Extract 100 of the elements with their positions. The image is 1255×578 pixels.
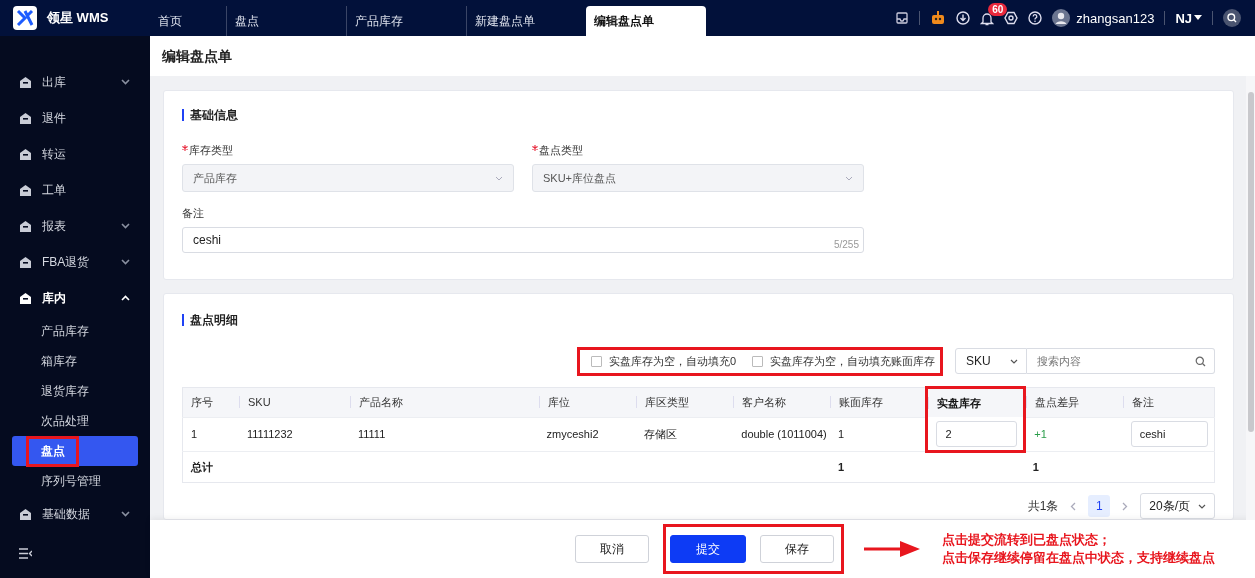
search-icon[interactable] — [1223, 9, 1241, 27]
auto-fill-checkbox[interactable]: 实盘库存为空，自动填充0 — [590, 353, 736, 369]
sidebar-item[interactable]: FBA退货 — [0, 244, 150, 280]
house-icon — [19, 112, 32, 124]
field-label: 备注 — [182, 206, 205, 221]
sidebar-subitem[interactable]: 箱库存 — [12, 346, 138, 376]
actual-qty-input[interactable]: 2 — [936, 420, 1018, 447]
annotation-text: 点击提交流转到已盘点状态； — [942, 531, 1112, 549]
table-cell: 11111 — [357, 428, 386, 441]
chevron-icon — [1010, 358, 1018, 364]
page-size-select[interactable]: 20条/页 — [1140, 493, 1215, 519]
table-cell: 1 — [1032, 461, 1039, 473]
annotation-arrow — [864, 538, 920, 560]
collapse-menu-icon[interactable] — [19, 548, 32, 559]
field-label: 盘点类型 — [539, 143, 583, 158]
remark-input[interactable]: ceshi — [1130, 421, 1208, 448]
annotation-text: 点击保存继续停留在盘点中状态，支持继续盘点 — [942, 549, 1215, 567]
column-header: 账面库存 — [830, 387, 927, 417]
chevron-icon — [121, 511, 130, 517]
sidebar-subitem[interactable]: 序列号管理 — [12, 466, 138, 496]
sidebar-subitem-label: 产品库存 — [40, 322, 90, 340]
total-label: 总计 — [191, 460, 213, 473]
settings-icon[interactable] — [1004, 11, 1019, 25]
remark-field[interactable]: ceshi 5/255 — [182, 227, 864, 253]
sidebar-subitem-label: 箱库存 — [40, 352, 78, 370]
sidebar-item[interactable]: 基础数据 — [0, 496, 150, 532]
chevron-icon — [121, 295, 130, 301]
table-cell: zmyceshi2 — [546, 428, 599, 441]
column-header: 库区类型 — [636, 387, 734, 417]
table-cell: +1 — [1034, 428, 1047, 441]
username[interactable]: zhangsan123 — [1076, 10, 1155, 26]
column-header: 产品名称 — [349, 387, 539, 417]
sidebar-item[interactable]: 库内 — [0, 280, 150, 316]
download-icon[interactable] — [956, 11, 971, 25]
chevron-icon — [121, 259, 130, 265]
chevron-icon — [845, 175, 853, 181]
logo-icon — [13, 6, 37, 30]
sidebar-subitem-label: 序列号管理 — [40, 472, 102, 490]
sidebar-item[interactable]: 出库 — [0, 64, 150, 100]
select-field[interactable]: 产品库存 — [182, 164, 514, 192]
table-cell: 1 — [191, 428, 198, 441]
sidebar-subitem[interactable]: 产品库存 — [12, 316, 138, 346]
house-icon — [19, 508, 32, 520]
house-icon — [19, 184, 32, 196]
column-header: 库位 — [538, 387, 637, 417]
table-cell: double (1011004) — [741, 428, 827, 441]
sidebar-item[interactable]: 转运 — [0, 136, 150, 172]
table-cell: 1 — [838, 461, 845, 473]
house-icon — [19, 76, 32, 88]
save-button[interactable]: 保存 — [760, 535, 834, 563]
house-icon — [19, 220, 32, 232]
column-header: 客户名称 — [733, 387, 831, 417]
search-box[interactable]: 搜索内容 — [1027, 348, 1215, 374]
house-icon — [19, 292, 32, 304]
sidebar-subitem-label: 盘点 — [28, 437, 77, 465]
character-counter: 5/255 — [833, 239, 859, 250]
sidebar-subitem-label: 退货库存 — [40, 382, 90, 400]
select-field[interactable]: SKU+库位盘点 — [532, 164, 864, 192]
auto-fill-checkbox[interactable]: 实盘库存为空，自动填充账面库存 — [752, 353, 935, 369]
page-title: 编辑盘点单 — [150, 36, 1255, 76]
inbox-icon[interactable] — [895, 11, 910, 25]
sidebar-item[interactable]: 退件 — [0, 100, 150, 136]
field-label: 库存类型 — [189, 143, 233, 158]
table-cell: 存储区 — [644, 427, 678, 440]
chevron-icon — [495, 175, 503, 181]
app-name: 领星 WMS — [47, 9, 109, 27]
sidebar-subitem[interactable]: 盘点 — [12, 436, 138, 466]
total-count: 共1条 — [1027, 497, 1059, 515]
table-cell: 11111232 — [247, 428, 293, 441]
column-header: 备注 — [1122, 387, 1215, 417]
page-tab[interactable]: 首页 — [150, 6, 226, 36]
cancel-button[interactable]: 取消 — [575, 535, 649, 563]
submit-button[interactable]: 提交 — [670, 535, 746, 563]
notification-badge: 60 — [988, 2, 1008, 16]
section-title: 基础信息 — [182, 109, 1215, 121]
scrollbar[interactable] — [1246, 76, 1255, 520]
robot-icon[interactable] — [930, 11, 947, 25]
avatar-icon[interactable] — [1052, 9, 1071, 27]
page-tab[interactable]: 编辑盘点单 — [586, 6, 706, 36]
sidebar-subitem[interactable]: 退货库存 — [12, 376, 138, 406]
warehouse-selector[interactable]: NJ — [1175, 10, 1192, 26]
chevron-icon — [121, 223, 130, 229]
sidebar-subitem[interactable]: 次品处理 — [12, 406, 138, 436]
house-icon — [19, 256, 32, 268]
page-number[interactable]: 1 — [1088, 495, 1111, 517]
search-type-select[interactable]: SKU — [955, 348, 1027, 374]
sidebar-item[interactable]: 工单 — [0, 172, 150, 208]
caret-icon[interactable] — [1194, 15, 1202, 21]
sidebar-item[interactable]: 报表 — [0, 208, 150, 244]
house-icon — [19, 148, 32, 160]
help-icon[interactable] — [1028, 11, 1043, 25]
sidebar-subitem-label: 次品处理 — [40, 412, 90, 430]
column-header: 序号 — [182, 387, 239, 417]
section-title: 盘点明细 — [182, 314, 1215, 326]
column-header: SKU — [239, 387, 350, 417]
column-header: 盘点差异 — [1024, 387, 1123, 417]
table-cell: 1 — [838, 428, 845, 441]
chevron-icon — [121, 79, 130, 85]
column-header: 实盘库存 — [926, 387, 1025, 417]
chevron-icon — [1198, 503, 1206, 509]
